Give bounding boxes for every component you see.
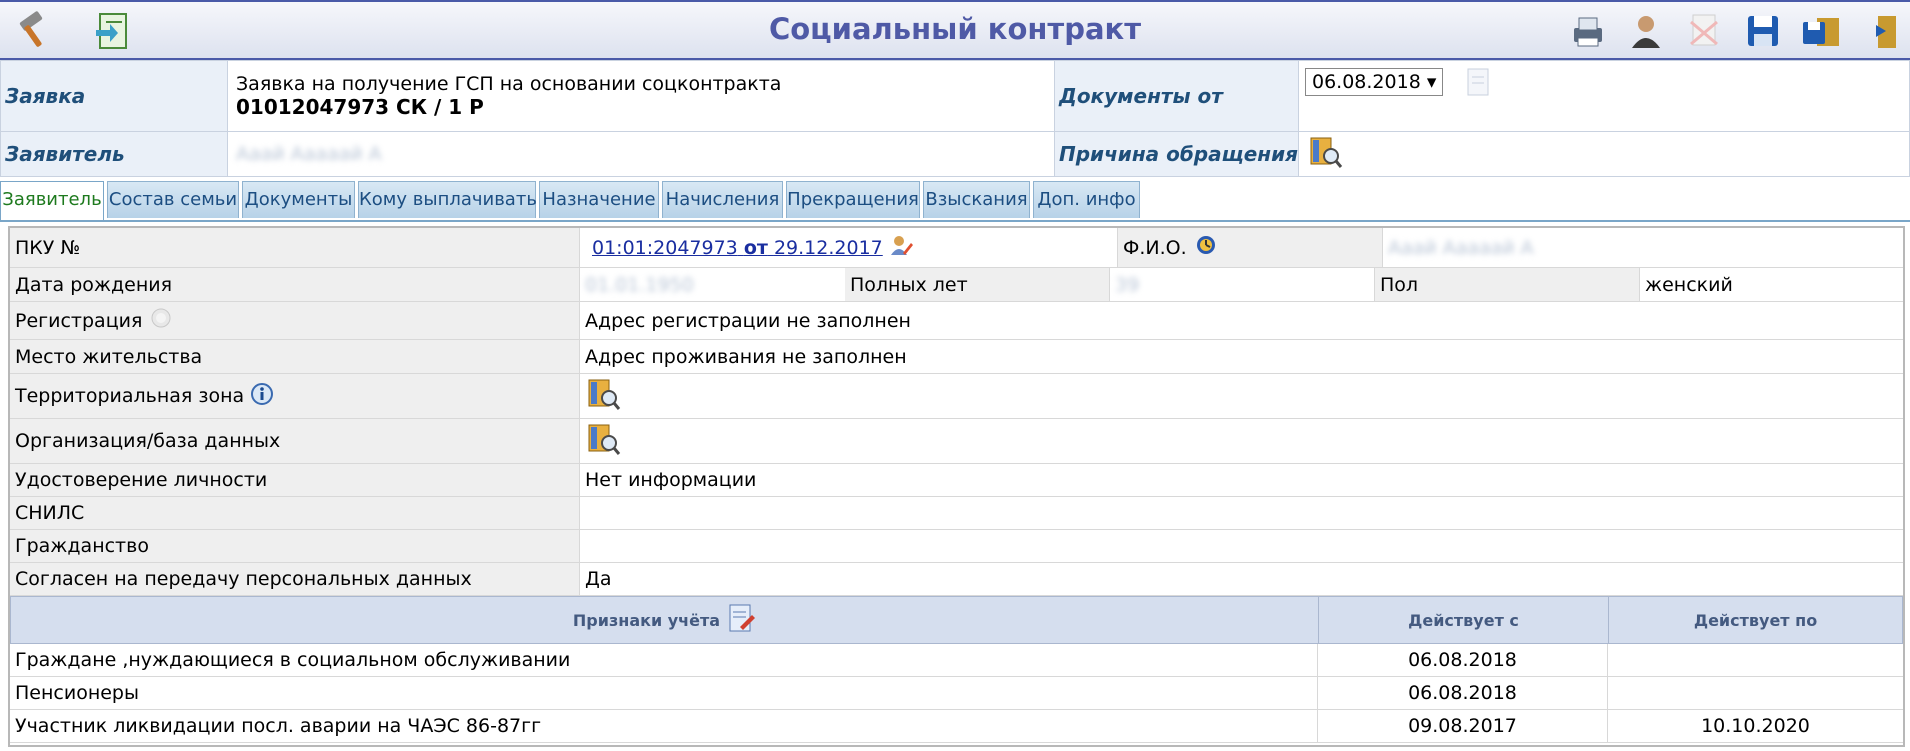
residence-row: Место жительства Адрес проживания не зап… — [10, 340, 1903, 374]
request-header: Заявка Заявка на получение ГСП на основа… — [0, 60, 1910, 177]
pku-row: ПКУ № 01:01:2047973 от 29.12.2017 Ф.И.О.… — [10, 228, 1903, 268]
sign-from: 09.08.2017 — [1318, 710, 1608, 742]
snils-label: СНИЛС — [10, 497, 580, 529]
sign-to — [1608, 677, 1903, 709]
citizenship-row: Гражданство — [10, 530, 1903, 563]
sign-from: 06.08.2018 — [1318, 677, 1608, 709]
zone-row: Территориальная зона — [10, 374, 1903, 419]
book-search-icon[interactable] — [1307, 134, 1343, 174]
reason-cell — [1298, 131, 1910, 177]
zone-label: Территориальная зона — [10, 374, 580, 418]
exit-icon[interactable] — [1860, 10, 1902, 52]
sign-to: 10.10.2020 — [1701, 715, 1810, 737]
documents-from-label: Документы от — [1054, 60, 1299, 132]
signs-col-from[interactable]: Действует с — [1319, 597, 1609, 643]
documents-from-cell: 06.08.2018 ▾ — [1298, 60, 1910, 132]
save-and-exit-icon[interactable] — [1801, 10, 1843, 52]
calendar-document-icon[interactable] — [1466, 67, 1492, 101]
table-row[interactable]: Участник ликвидации посл. аварии на ЧАЭС… — [10, 710, 1903, 743]
request-label: Заявка — [0, 60, 228, 132]
snils-row: СНИЛС — [10, 497, 1903, 530]
documents-date-select[interactable]: 06.08.2018 ▾ — [1305, 68, 1444, 96]
age-value: 39 — [1110, 268, 1375, 301]
snils-value — [580, 497, 1903, 529]
sex-value: женский — [1645, 273, 1733, 296]
tab-applicant[interactable]: Заявитель — [0, 181, 104, 220]
request-title: Заявка на получение ГСП на основании соц… — [236, 73, 782, 95]
fio-value: Ааай Ааааай А — [1388, 236, 1534, 259]
request-number: 01012047973 СК / 1 Р — [236, 95, 484, 119]
tab-assignment[interactable]: Назначение — [539, 181, 659, 218]
citizenship-label: Гражданство — [10, 530, 580, 562]
user-icon[interactable] — [1625, 10, 1667, 52]
consent-label: Согласен на передачу персональных данных — [10, 563, 580, 595]
history-icon[interactable] — [150, 307, 172, 334]
save-icon[interactable] — [1742, 10, 1784, 52]
sign-to — [1608, 644, 1903, 676]
edit-person-icon[interactable] — [889, 233, 913, 262]
organization-row: Организация/база данных — [10, 419, 1903, 464]
tab-payee[interactable]: Кому выплачивать — [358, 181, 537, 218]
id-document-row: Удостоверение личности Нет информации — [10, 464, 1903, 497]
signs-col-to[interactable]: Действует по — [1609, 597, 1902, 643]
delete-document-icon — [1683, 10, 1725, 52]
registration-row: Регистрация Адрес регистрации не заполне… — [10, 302, 1903, 340]
zone-value — [580, 374, 1903, 418]
residence-value: Адрес проживания не заполнен — [585, 345, 907, 368]
birth-row: Дата рождения 01.01.1950 Полных лет 39 П… — [10, 268, 1903, 302]
sign-name: Пенсионеры — [10, 677, 1318, 709]
request-info: Заявка на получение ГСП на основании соц… — [227, 60, 1055, 132]
registration-value: Адрес регистрации не заполнен — [585, 309, 911, 332]
birth-value: 01.01.1950 — [585, 273, 694, 296]
applicant-panel: ПКУ № 01:01:2047973 от 29.12.2017 Ф.И.О.… — [8, 226, 1905, 747]
signs-col-name[interactable]: Признаки учёта — [11, 597, 1319, 643]
consent-row: Согласен на передачу персональных данных… — [10, 563, 1903, 596]
tab-accruals[interactable]: Начисления — [662, 181, 783, 218]
birth-label: Дата рождения — [10, 268, 580, 301]
table-row[interactable]: Пенсионеры 06.08.2018 — [10, 677, 1903, 710]
id-document-value: Нет информации — [585, 469, 757, 491]
residence-label: Место жительства — [10, 340, 580, 373]
tab-documents[interactable]: Документы — [242, 181, 355, 218]
organization-label: Организация/база данных — [10, 419, 580, 463]
sign-name: Участник ликвидации посл. аварии на ЧАЭС… — [10, 710, 1318, 742]
applicant-value: Ааай Ааааай А — [227, 131, 1055, 177]
tab-terminations[interactable]: Прекращения — [786, 181, 920, 218]
citizenship-value — [580, 530, 1903, 562]
tab-family[interactable]: Состав семьи — [107, 181, 239, 218]
registration-label: Регистрация — [10, 302, 580, 339]
age-label: Полных лет — [845, 268, 1110, 301]
title-bar: Социальный контракт — [0, 0, 1910, 60]
tab-recoveries[interactable]: Взыскания — [923, 181, 1030, 218]
clock-icon[interactable] — [1195, 234, 1217, 261]
consent-value: Да — [585, 568, 612, 590]
pku-label: ПКУ № — [10, 228, 580, 267]
printer-icon[interactable] — [1566, 10, 1608, 52]
sign-from: 06.08.2018 — [1318, 644, 1608, 676]
info-icon[interactable] — [250, 382, 274, 411]
signs-grid-header: Признаки учёта Действует с Действует по — [10, 596, 1903, 644]
table-row[interactable]: Граждане ,нуждающиеся в социальном обслу… — [10, 644, 1903, 677]
tab-bar: Заявитель Состав семьи Документы Кому вы… — [0, 180, 1910, 222]
reason-label: Причина обращения — [1054, 131, 1299, 177]
fio-label: Ф.И.О. — [1118, 228, 1383, 267]
book-search-icon[interactable] — [585, 421, 621, 462]
sex-label: Пол — [1375, 268, 1640, 301]
pku-link[interactable]: 01:01:2047973 от 29.12.2017 — [592, 237, 883, 259]
organization-value — [580, 419, 1903, 463]
pku-cell: 01:01:2047973 от 29.12.2017 — [580, 228, 1118, 267]
edit-list-icon[interactable] — [728, 603, 756, 637]
book-search-icon[interactable] — [585, 376, 621, 417]
page-title: Социальный контракт — [768, 12, 1142, 46]
tab-extra-info[interactable]: Доп. инфо — [1033, 181, 1140, 218]
sign-name: Граждане ,нуждающиеся в социальном обслу… — [10, 644, 1318, 676]
id-document-label: Удостоверение личности — [10, 464, 580, 496]
applicant-label: Заявитель — [0, 131, 228, 177]
